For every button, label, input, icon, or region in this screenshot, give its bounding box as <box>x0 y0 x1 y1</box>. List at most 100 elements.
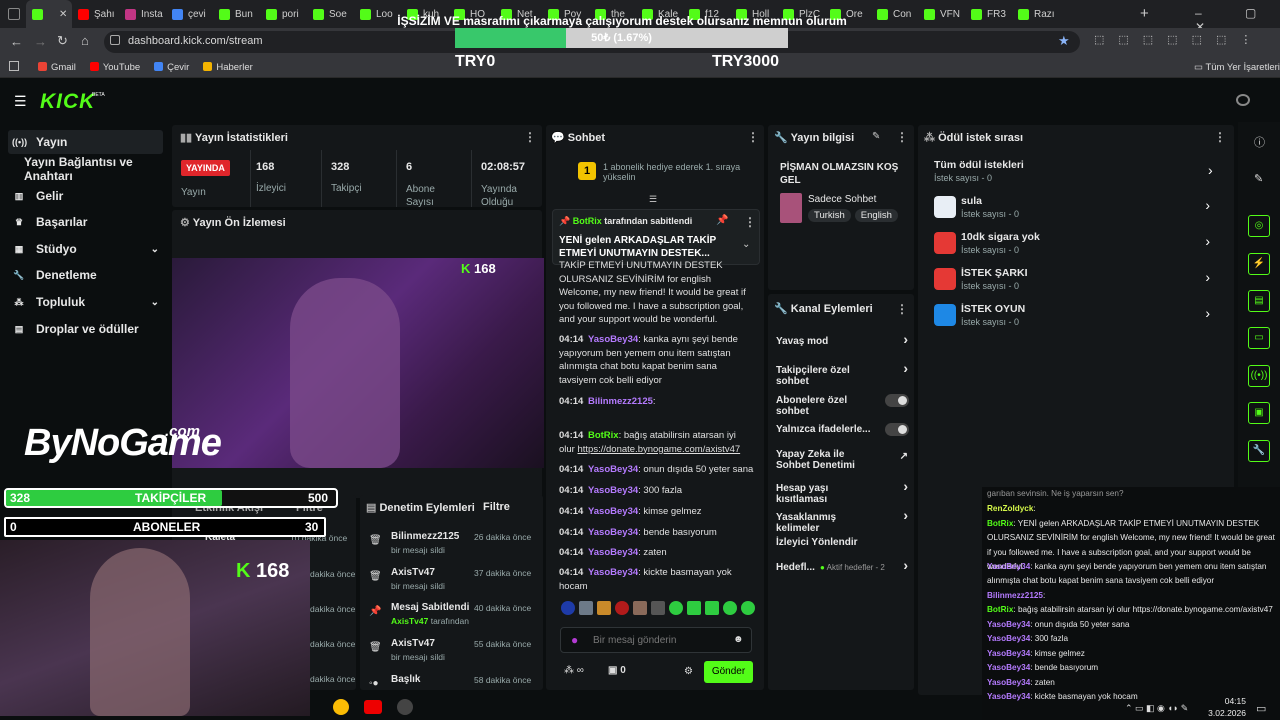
youtube-taskbar-icon[interactable] <box>364 700 382 714</box>
save-icon[interactable]: ▣ <box>1248 402 1270 424</box>
toggle-switch[interactable] <box>885 423 909 436</box>
stats-menu-icon[interactable]: ⋮ <box>524 130 536 144</box>
browser-tab[interactable]: Şahı <box>72 0 119 28</box>
forward-icon[interactable]: → <box>34 34 47 49</box>
emote-icon[interactable] <box>615 601 629 615</box>
chat-bubble-icon[interactable]: ▭ <box>1248 327 1270 349</box>
reward-item[interactable]: sula İstek sayısı - 0 › <box>934 195 1224 225</box>
obs-taskbar-icon[interactable] <box>397 699 413 715</box>
wrench-icon[interactable]: 🔧 <box>1248 440 1270 462</box>
chevron-down-icon[interactable]: ⌄ <box>151 297 159 308</box>
mic-icon[interactable]: ● <box>571 633 578 647</box>
chevron-right-icon[interactable]: › <box>1208 162 1213 178</box>
site-info-icon[interactable] <box>110 35 120 45</box>
bookmark-star-icon[interactable]: ★ <box>1058 33 1070 49</box>
chat-message[interactable]: 04:14 YasoBey34: onun dışıda 50 yeter sa… <box>559 463 754 477</box>
sidebar-item[interactable]: ▤ Droplar ve ödüller <box>8 317 163 341</box>
info-icon[interactable]: ⓘ <box>1254 134 1265 150</box>
chevron-right-icon[interactable]: › <box>903 479 908 493</box>
reward-item[interactable]: İSTEK OYUN İstek sayısı - 0 › <box>934 303 1224 333</box>
chevron-right-icon[interactable]: › <box>1205 233 1210 249</box>
reload-icon[interactable]: ↻ <box>57 33 68 49</box>
chevron-right-icon[interactable]: › <box>903 558 908 572</box>
channel-action-item[interactable]: Abonelere özel sohbet <box>776 394 909 417</box>
browser-tab[interactable]: çevi <box>166 0 213 28</box>
rewards-menu-icon[interactable]: ⋮ <box>1214 130 1226 144</box>
chat-filter-icon[interactable]: ☰ <box>649 194 657 205</box>
mod-action-item[interactable]: 🗑 AxisTv47 bir mesajı sildi 37 dakika önce <box>366 567 538 597</box>
sidebar-item[interactable]: ▥ Gelir <box>8 184 163 208</box>
chat-username[interactable]: YasoBey34 <box>588 527 638 538</box>
channel-action-item[interactable]: Yalnızca ifadelerle... <box>776 423 909 436</box>
bookmark-item[interactable]: Haberler <box>203 62 253 73</box>
chat-message[interactable]: 04:14 Bilinmezz2125: <box>559 395 754 409</box>
mod-action-item[interactable]: 🗑 Bilinmezz2125 bir mesajı sildi 26 dakika … <box>366 531 538 561</box>
send-button[interactable]: Gönder <box>704 661 753 683</box>
pinned-menu-icon[interactable]: ⋮ <box>744 215 756 229</box>
chat-username[interactable]: YasoBey34 <box>588 547 638 558</box>
chat-users-icon[interactable]: ⁂ ∞ <box>564 665 584 676</box>
sidebar-item[interactable]: ((•)) Yayın <box>8 130 163 154</box>
back-icon[interactable]: ← <box>10 34 23 49</box>
channel-action-item[interactable]: Takipçilere özel sohbet › <box>776 361 908 387</box>
kick-logo[interactable]: KICK <box>40 90 95 114</box>
browser-tab[interactable]: Bun <box>213 0 260 28</box>
chevron-right-icon[interactable]: › <box>1205 269 1210 285</box>
chevron-down-icon[interactable]: ⌄ <box>151 244 159 255</box>
chevron-right-icon[interactable]: › <box>903 508 908 522</box>
edit-icon[interactable]: ✎ <box>872 131 880 142</box>
sidebar-item[interactable]: ⁂ Topluluk ⌄ <box>8 290 163 314</box>
channel-action-item[interactable]: Yapay Zeka ile Sohbet Denetimi ↗ <box>776 449 908 471</box>
mod-action-item[interactable]: ◦● Başlık 58 dakika önce <box>366 674 538 704</box>
chat-message[interactable]: 04:14 BotRix: bağış atabilirsin atarsan … <box>559 429 754 456</box>
mod-actions-filter[interactable]: Filtre <box>483 501 510 513</box>
category-thumbnail[interactable] <box>780 193 802 223</box>
sidebar-item[interactable]: 🔧 Denetleme <box>8 263 163 287</box>
new-tab-icon[interactable]: + <box>1140 5 1149 22</box>
chevron-right-icon[interactable]: › <box>1205 305 1210 321</box>
document-icon[interactable]: ▤ <box>1248 290 1270 312</box>
stream-tag[interactable]: English <box>854 209 898 222</box>
browser-tab[interactable]: pori <box>260 0 307 28</box>
chat-username[interactable]: Bilinmezz2125 <box>588 396 653 407</box>
chat-message[interactable]: 04:14 YasoBey34: bende basıyorum <box>559 526 754 540</box>
chat-username[interactable]: YasoBey34 <box>588 464 638 475</box>
emote-icon[interactable] <box>687 601 701 615</box>
notification-icon[interactable]: ▭ <box>1256 702 1266 715</box>
channel-action-item[interactable]: Yavaş mod › <box>776 332 908 347</box>
chat-username[interactable]: YasoBey34 <box>588 485 638 496</box>
channel-action-item[interactable]: İzleyici Yönlendir <box>776 537 908 548</box>
stream-tag[interactable]: Turkish <box>808 209 851 222</box>
emote-icon[interactable] <box>669 601 683 615</box>
sidebar-item[interactable]: ▦ Stüdyo ⌄ <box>8 237 163 261</box>
chat-menu-icon[interactable]: ⋮ <box>747 130 759 144</box>
pinned-expand-icon[interactable]: ⌄ <box>742 239 750 250</box>
taskbar-clock[interactable]: 04:15 3.02.2026 <box>1200 695 1246 719</box>
chat-username[interactable]: YasoBey34 <box>588 567 638 578</box>
browser-tab[interactable]: Razı <box>1012 0 1059 28</box>
emote-icon[interactable] <box>741 601 755 615</box>
browser-tab[interactable]: VFN <box>918 0 965 28</box>
points-display[interactable]: ▣ 0 <box>608 665 626 676</box>
browser-tab[interactable]: Insta <box>119 0 166 28</box>
sidebar-item[interactable]: Yayın Bağlantısı ve Anahtarı <box>8 155 163 183</box>
chrome-taskbar-icon[interactable] <box>333 699 349 715</box>
browser-tab[interactable]: FR3 <box>965 0 1012 28</box>
lightning-icon[interactable]: ⚡ <box>1248 253 1270 275</box>
mod-action-item[interactable]: 📌 Mesaj Sabitlendi AxisTv47 tarafından 40 d… <box>366 602 538 632</box>
toggle-switch[interactable] <box>885 394 909 407</box>
menu-icon[interactable]: ☰ <box>14 94 28 108</box>
chat-message[interactable]: 04:14 YasoBey34: kickte basmayan yok hoc… <box>559 566 754 593</box>
chat-message[interactable]: 04:14 YasoBey34: zaten <box>559 546 754 560</box>
tab-close-icon[interactable]: ✕ <box>59 9 67 20</box>
emote-icon[interactable] <box>705 601 719 615</box>
bookmark-item[interactable]: YouTube <box>89 62 140 73</box>
chat-username[interactable]: YasoBey34 <box>588 506 638 517</box>
channel-action-item[interactable]: Hedefl... ● Aktif hedefler - 2 › <box>776 558 908 573</box>
browser-tab[interactable]: ✕ <box>26 0 72 28</box>
emote-icon[interactable] <box>723 601 737 615</box>
chat-message[interactable]: 04:14 YasoBey34: 300 fazla <box>559 484 754 498</box>
chat-message[interactable]: 04:14 YasoBey34: kimse gelmez <box>559 505 754 519</box>
chevron-right-icon[interactable]: › <box>1205 197 1210 213</box>
system-tray-icons[interactable]: ⌃ ▭ ◧ ◉ ◖◗ ✎ <box>1125 703 1188 714</box>
